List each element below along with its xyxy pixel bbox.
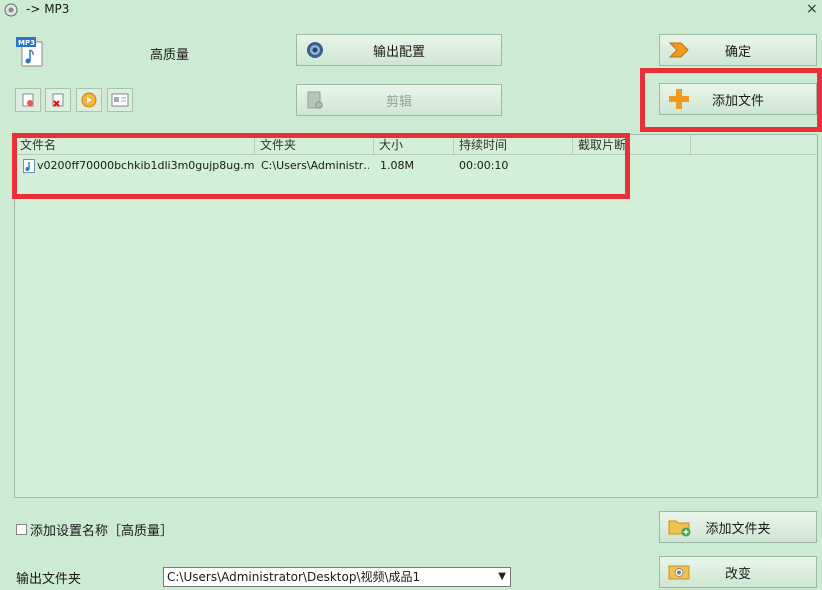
add-setting-name-option[interactable]: 添加设置名称［高质量］: [16, 520, 173, 539]
file-clip: [579, 156, 689, 176]
change-button[interactable]: 改变: [659, 556, 817, 588]
column-header-clip[interactable]: 截取片断: [573, 135, 691, 155]
info-icon: [111, 93, 129, 107]
add-setting-name-checkbox[interactable]: [16, 524, 27, 535]
output-folder-select[interactable]: C:\Users\Administrator\Desktop\视频\成品1 ▼: [163, 567, 511, 587]
svg-text:MP3: MP3: [18, 39, 35, 47]
remove-icon: [22, 93, 34, 107]
output-folder-label: 输出文件夹: [16, 572, 82, 587]
file-size: 1.08M: [380, 159, 414, 172]
add-folder-button[interactable]: 添加文件夹: [659, 511, 817, 543]
delete-file-button[interactable]: [45, 88, 71, 112]
window-title: -> MP3: [26, 2, 70, 16]
column-header-size[interactable]: 大小: [374, 135, 454, 155]
add-folder-label: 添加文件夹: [705, 521, 771, 537]
column-header-folder[interactable]: 文件夹: [255, 135, 374, 155]
close-icon[interactable]: ×: [806, 1, 818, 17]
clip-button[interactable]: 剪辑: [296, 84, 502, 116]
clip-label: 剪辑: [385, 94, 412, 110]
column-header-name[interactable]: 文件名: [15, 135, 255, 155]
file-folder: C:\Users\Administr…: [261, 159, 369, 172]
change-label: 改变: [724, 566, 751, 582]
play-icon: [81, 92, 97, 108]
output-config-button[interactable]: 输出配置: [296, 34, 502, 66]
file-list[interactable]: 文件名 文件夹 大小 持续时间 截取片断 v0200ff70000bchkib1…: [14, 134, 818, 498]
ok-button[interactable]: 确定: [659, 34, 817, 66]
chevron-down-icon[interactable]: ▼: [498, 568, 506, 586]
file-name: v0200ff70000bchkib1dli3m0gujp8ug.mp4: [37, 159, 255, 172]
file-duration: 00:00:10: [459, 159, 509, 172]
delete-icon: [52, 93, 64, 107]
ok-label: 确定: [724, 44, 751, 60]
remove-file-button[interactable]: [15, 88, 41, 112]
mp3-format-icon: MP3: [16, 37, 43, 67]
add-file-label: 添加文件: [711, 93, 764, 109]
add-setting-name-label: 添加设置名称［高质量］: [30, 524, 174, 539]
title-bar: -> MP3 ×: [0, 0, 822, 20]
output-folder-value: C:\Users\Administrator\Desktop\视频\成品1: [167, 570, 421, 584]
audio-file-icon: [23, 159, 35, 173]
file-info-button[interactable]: [107, 88, 133, 112]
column-header-duration[interactable]: 持续时间: [454, 135, 573, 155]
add-file-button[interactable]: 添加文件: [659, 83, 817, 115]
file-row[interactable]: v0200ff70000bchkib1dli3m0gujp8ug.mp4 C:\…: [15, 156, 817, 176]
file-list-header: 文件名 文件夹 大小 持续时间 截取片断: [15, 135, 817, 155]
app-icon: [4, 3, 18, 17]
output-config-label: 输出配置: [372, 44, 425, 60]
play-file-button[interactable]: [76, 88, 102, 112]
quality-label: 高质量: [150, 48, 190, 63]
